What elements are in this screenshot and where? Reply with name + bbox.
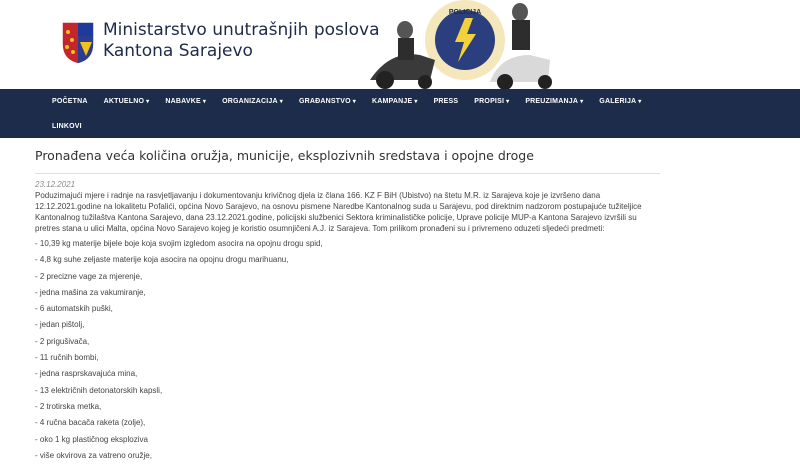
nav-item-propisi[interactable]: PROPISI ▾ bbox=[466, 98, 517, 105]
nav-label: ORGANIZACIJA bbox=[222, 98, 278, 105]
list-item: - 13 električnih detonatorskih kapsli, bbox=[35, 385, 163, 395]
coat-of-arms-logo[interactable] bbox=[60, 20, 96, 66]
nav-row-secondary: LINKOVI bbox=[44, 114, 90, 138]
list-item: - više okvirova za vatreno oružje, bbox=[35, 450, 152, 460]
chevron-down-icon: ▾ bbox=[279, 99, 283, 105]
nav-item-galerija[interactable]: GALERIJA ▾ bbox=[591, 98, 649, 105]
hero-badge-text: POLICIJA bbox=[449, 9, 481, 16]
nav-item-linkovi[interactable]: LINKOVI bbox=[44, 123, 90, 130]
seized-items-list: - 10,39 kg materije bijele boje koja svo… bbox=[35, 238, 660, 466]
nav-item-organizacija[interactable]: ORGANIZACIJA ▾ bbox=[214, 98, 291, 105]
nav-item-aktuelno[interactable]: AKTUELNO ▾ bbox=[96, 98, 158, 105]
nav-item-pocetna[interactable]: POČETNA bbox=[44, 98, 96, 105]
chevron-down-icon: ▾ bbox=[580, 99, 584, 105]
chevron-down-icon: ▾ bbox=[146, 99, 150, 105]
site-title-line2: Kantona Sarajevo bbox=[103, 41, 253, 61]
list-item: - 6 automatskih puški, bbox=[35, 304, 113, 314]
list-item: - 2 precizne vage za mjerenje, bbox=[35, 271, 143, 281]
nav-label: GRAĐANSTVO bbox=[298, 98, 351, 105]
nav-row-primary: POČETNA AKTUELNO ▾ NABAVKE ▾ ORGANIZACIJA ▾… bbox=[44, 89, 650, 114]
nav-item-gradjanstvo[interactable]: GRAĐANSTVO ▾ bbox=[291, 98, 364, 105]
list-item: - 4 ručna bacača raketa (zolje), bbox=[35, 418, 146, 428]
list-item: - 11 ručnih bombi, bbox=[35, 353, 99, 363]
list-item: - jedna rasprskavajuća mina, bbox=[35, 369, 138, 379]
article-content: Pronađena veća količina oružja, municije… bbox=[35, 138, 660, 467]
list-item: - jedan pištolj, bbox=[35, 320, 85, 330]
nav-label: AKTUELNO bbox=[103, 98, 145, 105]
list-item: - 2 trotirska metka, bbox=[35, 401, 102, 411]
nav-label: PRESS bbox=[433, 98, 459, 105]
chevron-down-icon: ▾ bbox=[202, 99, 207, 105]
list-item: - oko 1 kg plastičnog eksploziva bbox=[35, 434, 148, 444]
chevron-down-icon: ▾ bbox=[414, 99, 418, 105]
article-title: Pronađena veća količina oružja, municije… bbox=[35, 138, 660, 174]
main-navbar: POČETNA AKTUELNO ▾ NABAVKE ▾ ORGANIZACIJA ▾… bbox=[0, 89, 800, 138]
list-item: - jedna mašina za vakumiranje, bbox=[35, 287, 146, 297]
chevron-down-icon: ▾ bbox=[638, 99, 642, 105]
nav-item-preuzimanja[interactable]: PREUZIMANJA ▾ bbox=[517, 98, 591, 105]
chevron-down-icon: ▾ bbox=[506, 99, 510, 105]
nav-label: KAMPANJE bbox=[371, 98, 413, 105]
article-intro: Poduzimajući mjere i radnje na rasvjetlj… bbox=[35, 191, 642, 233]
police-motorcycles-banner: POLICIJA bbox=[370, 0, 552, 89]
nav-item-press[interactable]: PRESS bbox=[426, 98, 467, 105]
nav-label: NABAVKE bbox=[165, 98, 201, 105]
article-date: 23.12.2021 bbox=[35, 180, 76, 189]
list-item: - 4,8 kg suhe zeljaste materije koja aso… bbox=[35, 255, 289, 265]
nav-item-nabavke[interactable]: NABAVKE ▾ bbox=[157, 98, 214, 105]
list-item: - 2 prigušivača, bbox=[35, 336, 90, 346]
chevron-down-icon: ▾ bbox=[352, 99, 356, 105]
nav-label: GALERIJA bbox=[599, 98, 637, 105]
nav-label: PROPISI bbox=[474, 98, 505, 105]
site-title[interactable]: Ministarstvo unutrašnjih poslova Kantona… bbox=[103, 20, 380, 62]
nav-label: POČETNA bbox=[52, 98, 88, 105]
nav-label: PREUZIMANJA bbox=[525, 98, 579, 105]
list-item: - 10,39 kg materije bijele boje koja svo… bbox=[35, 239, 323, 248]
nav-item-kampanje[interactable]: KAMPANJE ▾ bbox=[364, 98, 426, 105]
site-title-line1: Ministarstvo unutrašnjih poslova bbox=[103, 20, 380, 40]
nav-label: LINKOVI bbox=[52, 122, 82, 130]
site-header: Ministarstvo unutrašnjih poslova Kantona… bbox=[0, 0, 800, 89]
